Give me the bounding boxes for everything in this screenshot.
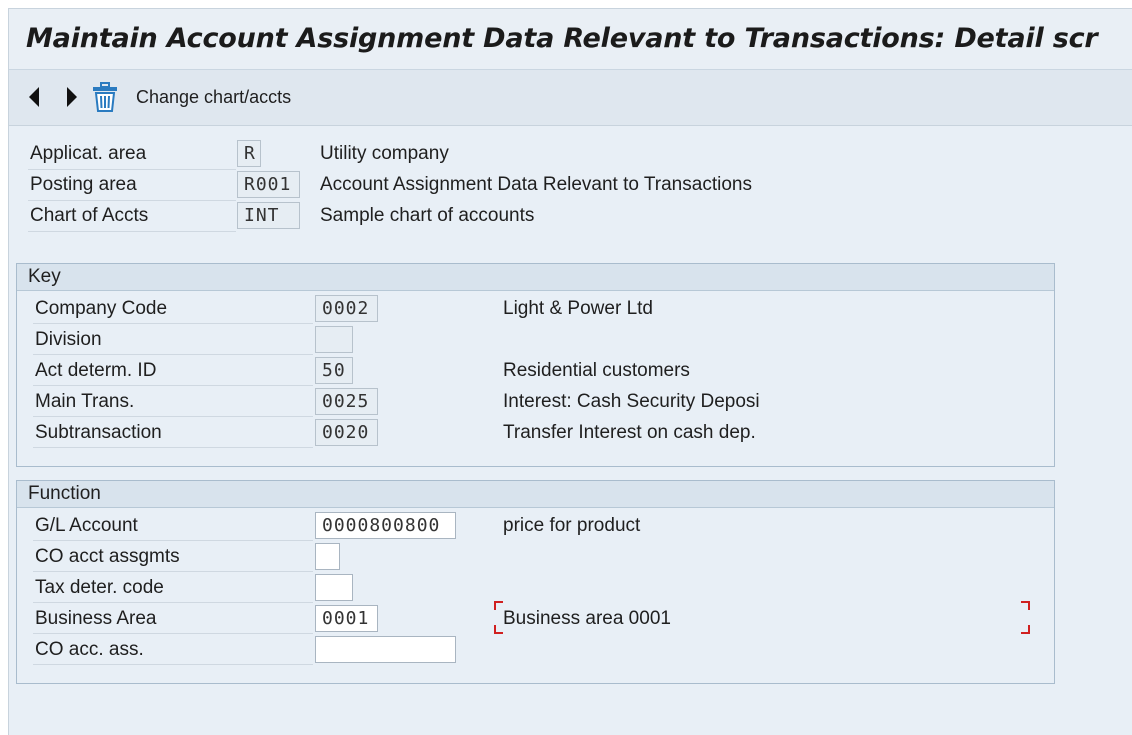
row-divider xyxy=(33,354,313,355)
chart-of-accts-field: INT xyxy=(237,202,300,229)
gl-account-label: G/L Account xyxy=(35,515,138,536)
key-group: Key Company Code 0002 Light & Power Ltd … xyxy=(16,263,1055,467)
title-bar: Maintain Account Assignment Data Relevan… xyxy=(9,9,1132,70)
gl-account-input[interactable]: 0000800800 xyxy=(315,512,456,539)
focus-corner-top-right xyxy=(1021,601,1030,610)
main-trans-field: 0025 xyxy=(315,388,378,415)
function-group-title: Function xyxy=(28,483,101,504)
row-divider xyxy=(33,633,313,634)
change-chart-accts-button[interactable]: Change chart/accts xyxy=(136,87,291,108)
row-divider xyxy=(33,416,313,417)
row-divider xyxy=(28,231,236,232)
act-determ-id-label: Act determ. ID xyxy=(35,360,157,381)
subtransaction-desc: Transfer Interest on cash dep. xyxy=(503,422,756,443)
key-group-header: Key xyxy=(17,264,1054,291)
focus-corner-bottom-right xyxy=(1021,625,1030,634)
triangle-left-icon[interactable] xyxy=(28,87,40,107)
row-divider xyxy=(33,571,313,572)
company-code-desc: Light & Power Ltd xyxy=(503,298,653,319)
applicat-area-desc: Utility company xyxy=(320,143,449,164)
posting-area-field: R001 xyxy=(237,171,300,198)
focus-corner-bottom-left xyxy=(494,625,503,634)
company-code-label: Company Code xyxy=(35,298,168,319)
triangle-right-icon[interactable] xyxy=(66,87,78,107)
gl-account-desc: price for product xyxy=(503,515,641,536)
row-divider xyxy=(33,447,313,448)
business-area-input[interactable]: 0001 xyxy=(315,605,378,632)
key-group-title: Key xyxy=(28,266,61,287)
row-divider xyxy=(28,200,236,201)
act-determ-id-field: 50 xyxy=(315,357,353,384)
tax-deter-code-input[interactable] xyxy=(315,574,353,601)
company-code-field: 0002 xyxy=(315,295,378,322)
trash-icon[interactable] xyxy=(91,82,119,112)
row-divider xyxy=(33,385,313,386)
applicat-area-field: R xyxy=(237,140,261,167)
function-group-header: Function xyxy=(17,481,1054,508)
division-field xyxy=(315,326,353,353)
division-label: Division xyxy=(35,329,102,350)
business-area-desc: Business area 0001 xyxy=(503,608,671,629)
co-acc-ass-label: CO acc. ass. xyxy=(35,639,144,660)
page-title: Maintain Account Assignment Data Relevan… xyxy=(26,23,1098,54)
row-divider xyxy=(33,602,313,603)
main-trans-label: Main Trans. xyxy=(35,391,135,412)
row-divider xyxy=(33,664,313,665)
co-acc-ass-input[interactable] xyxy=(315,636,456,663)
act-determ-id-desc: Residential customers xyxy=(503,360,690,381)
co-acct-assgmts-input[interactable] xyxy=(315,543,340,570)
application-toolbar: Change chart/accts xyxy=(9,70,1132,126)
row-divider xyxy=(33,540,313,541)
co-acct-assgmts-label: CO acct assgmts xyxy=(35,546,180,567)
row-divider xyxy=(33,323,313,324)
function-group: Function G/L Account 0000800800 price fo… xyxy=(16,480,1055,684)
main-trans-desc: Interest: Cash Security Deposi xyxy=(503,391,760,412)
chart-of-accts-label: Chart of Accts xyxy=(30,205,149,226)
chart-of-accts-desc: Sample chart of accounts xyxy=(320,205,535,226)
focus-corner-top-left xyxy=(494,601,503,610)
applicat-area-label: Applicat. area xyxy=(30,143,147,164)
posting-area-desc: Account Assignment Data Relevant to Tran… xyxy=(320,174,752,195)
subtransaction-label: Subtransaction xyxy=(35,422,162,443)
sap-screen: Maintain Account Assignment Data Relevan… xyxy=(8,8,1132,735)
row-divider xyxy=(28,169,236,170)
posting-area-label: Posting area xyxy=(30,174,137,195)
tax-deter-code-label: Tax deter. code xyxy=(35,577,164,598)
business-area-label: Business Area xyxy=(35,608,157,629)
subtransaction-field: 0020 xyxy=(315,419,378,446)
